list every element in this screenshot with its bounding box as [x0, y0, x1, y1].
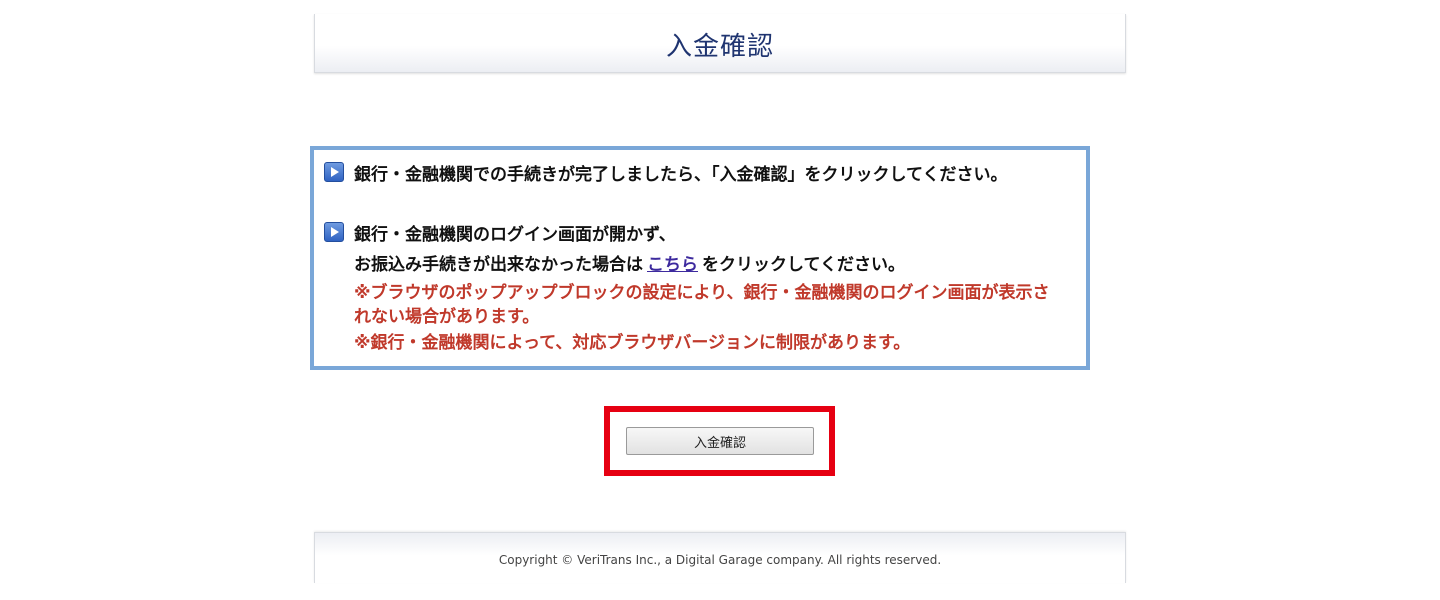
instructions-box: 銀行・金融機関での手続きが完了しましたら、「入金確認」をクリックしてください。 … [310, 146, 1090, 370]
page-footer: Copyright © VeriTrans Inc., a Digital Ga… [314, 532, 1126, 583]
page: 入金確認 銀行・金融機関での手続きが完了しましたら、「入金確認」をクリックしてく… [0, 0, 1440, 600]
instruction-line-login-2-before: お振込み手続きが出来なかった場合は [354, 255, 643, 275]
instruction-line-login-1: 銀行・金融機関のログイン画面が開かず、 [354, 225, 676, 245]
instruction-text-complete: 銀行・金融機関での手続きが完了しましたら、「入金確認」をクリックしてください。 [354, 165, 1008, 185]
warning-popup-block: ※ブラウザのポップアップブロックの設定により、銀行・金融機関のログイン画面が表示… [354, 283, 1050, 327]
instruction-line-login-2-after: をクリックしてください。 [702, 255, 905, 275]
play-arrow-icon [324, 222, 344, 242]
instruction-line-login-2: お振込み手続きが出来なかった場合は こちら をクリックしてください。 [354, 250, 1054, 280]
page-title: 入金確認 [665, 32, 774, 62]
confirm-button-highlight: 入金確認 [604, 406, 835, 476]
copyright-text: Copyright © VeriTrans Inc., a Digital Ga… [498, 553, 942, 567]
instruction-item-login: 銀行・金融機関のログイン画面が開かず、 お振込み手続きが出来なかった場合は こちら… [324, 220, 1054, 280]
instruction-text-login: 銀行・金融機関のログイン画面が開かず、 お振込み手続きが出来なかった場合は こちら… [354, 220, 1054, 280]
confirm-payment-button[interactable]: 入金確認 [626, 427, 814, 455]
warning-browser-version: ※銀行・金融機関によって、対応ブラウザバージョンに制限があります。 [354, 333, 911, 353]
play-arrow-icon [324, 162, 344, 182]
page-header: 入金確認 [314, 14, 1126, 73]
here-link[interactable]: こちら [647, 255, 698, 275]
instruction-item-complete: 銀行・金融機関での手続きが完了しましたら、「入金確認」をクリックしてください。 [324, 160, 1054, 190]
